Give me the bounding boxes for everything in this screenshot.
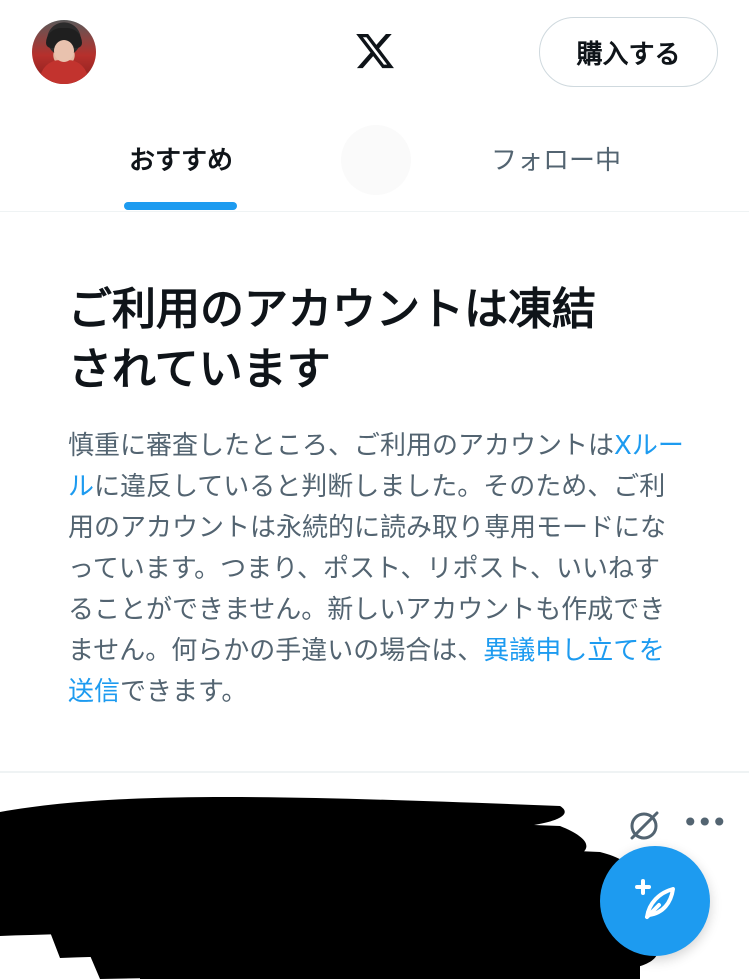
tab-recommended[interactable]: おすすめ (0, 105, 362, 212)
compose-plus-feather-icon (635, 879, 675, 919)
avatar-body-shape (40, 60, 88, 84)
more-options-icon[interactable]: ••• (682, 808, 728, 844)
notice-title-line2: されています (68, 344, 331, 395)
post-actions: ••• (626, 808, 728, 848)
tab-following[interactable]: フォロー中 (375, 105, 737, 212)
notice-body-text-1: 慎重に審査したところ、ご利用のアカウントは (68, 431, 615, 461)
top-header: 購入する (0, 0, 749, 105)
compose-post-button[interactable] (600, 846, 710, 956)
avatar-face-shape (54, 40, 74, 62)
grok-icon[interactable] (626, 808, 662, 844)
buy-button[interactable]: 購入する (539, 17, 718, 87)
x-logo-icon[interactable] (353, 30, 397, 72)
notice-title: ご利用のアカウントは凍結 されています (68, 280, 688, 400)
notice-body-text-3: できます。 (120, 677, 248, 707)
timeline-tabs: おすすめ フォロー中 (0, 105, 749, 212)
notice-title-line1: ご利用のアカウントは凍結 (68, 284, 596, 335)
section-divider (0, 771, 749, 773)
profile-avatar[interactable] (32, 20, 96, 84)
account-suspended-notice: ご利用のアカウントは凍結 されています 慎重に審査したところ、ご利用のアカウント… (68, 280, 688, 713)
active-tab-indicator (124, 202, 237, 210)
notice-body: 慎重に審査したところ、ご利用のアカウントはXルールに違反していると判断しました。… (68, 426, 684, 713)
